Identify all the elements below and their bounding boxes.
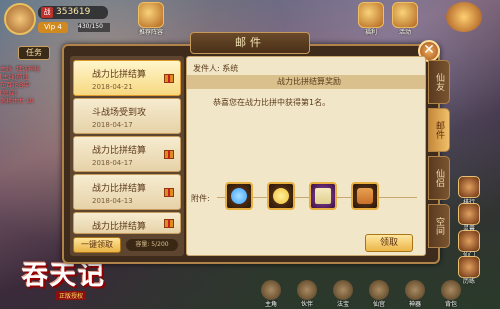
- mail-list-item[interactable]: 斗战场受到攻 2018-04-17: [73, 98, 181, 134]
- exp-text: 430/150: [78, 23, 110, 32]
- power-value: 353619: [56, 7, 91, 17]
- tab-mail[interactable]: 邮件: [428, 108, 450, 152]
- bottom-label: 伙伴: [300, 301, 313, 308]
- quest-tracker[interactable]: 主线: 拜访神秘 [主线]前往 在百花谷中 [完成] 消耗体力 10: [0, 66, 64, 106]
- close-icon: ✕: [423, 42, 435, 58]
- tab-space[interactable]: 空间: [428, 204, 450, 248]
- attachment-slot[interactable]: [267, 182, 295, 210]
- side-label: 历练: [462, 278, 475, 285]
- receive-all-button[interactable]: 一键领取: [73, 237, 121, 253]
- mail-dialog: 邮件 ✕ 战力比拼结算 2018-04-21 斗战场受到攻 2018-04-17…: [62, 32, 450, 264]
- mail-list-footer: 一键领取 容量: 5/200: [70, 235, 184, 255]
- hero-icon[interactable]: [261, 280, 281, 300]
- mail-item-title: 战力比拼结算: [92, 146, 147, 156]
- power-icon: 战: [41, 7, 53, 18]
- mail-list-item[interactable]: 战力比拼结算 2018-04-21: [73, 60, 181, 96]
- bottom-label: 主角: [264, 301, 277, 308]
- power-display: 战 353619: [38, 6, 108, 19]
- bottom-label: 背包: [444, 301, 457, 308]
- mail-subject: 战力比拼结算奖励: [187, 75, 425, 89]
- bottom-label: 仙宫: [372, 301, 385, 308]
- mail-body: 恭喜您在战力比拼中获得第1名。: [213, 98, 331, 107]
- quest-line: 在百花谷中: [0, 82, 31, 89]
- mail-item-date: 2018-04-17: [92, 121, 133, 129]
- activity-icon[interactable]: [392, 2, 418, 28]
- mail-item-title: 斗战场受到攻: [92, 108, 147, 118]
- mail-list-item[interactable]: 战力比拼结算 2018-04-17: [73, 136, 181, 172]
- receive-button[interactable]: 领取: [365, 234, 413, 252]
- bottom-label: 神器: [408, 301, 421, 308]
- diamond-icon: [231, 188, 247, 204]
- gift-icon: [164, 150, 174, 159]
- scroll-icon: [315, 188, 331, 204]
- ranking-icon[interactable]: [458, 176, 480, 198]
- trial-icon[interactable]: [458, 256, 480, 278]
- gift-icon: [164, 188, 174, 197]
- bottom-label: 法宝: [336, 301, 349, 308]
- mail-list-item[interactable]: 战力比拼结算: [73, 212, 181, 234]
- tab-friends[interactable]: 仙友: [428, 60, 450, 104]
- mail-item-date: 2018-04-13: [92, 197, 133, 205]
- tab-partner[interactable]: 仙侣: [428, 156, 450, 200]
- partner-icon[interactable]: [297, 280, 317, 300]
- recommend-lineup-icon[interactable]: [138, 2, 164, 28]
- quest-line: 消耗体力 10: [0, 98, 34, 105]
- quest-line: [主线]前往: [0, 74, 29, 81]
- player-avatar[interactable]: [4, 3, 36, 35]
- sect-icon[interactable]: [458, 230, 480, 252]
- mail-item-title: 战力比拼结算: [92, 70, 147, 80]
- mail-item-title: 战力比拼结算: [92, 222, 147, 232]
- mail-capacity: 容量: 5/200: [126, 239, 178, 251]
- artifact-icon[interactable]: [405, 280, 425, 300]
- gift-icon: [164, 74, 174, 83]
- mail-list: 战力比拼结算 2018-04-21 斗战场受到攻 2018-04-17 战力比拼…: [70, 56, 184, 256]
- mail-list-item[interactable]: 战力比拼结算 2018-04-13: [73, 174, 181, 210]
- mail-title: 邮件: [190, 32, 310, 54]
- spirit-beast-icon[interactable]: [458, 203, 480, 225]
- treasure-icon[interactable]: [333, 280, 353, 300]
- attachments-label: 附件:: [191, 194, 210, 203]
- mail-item-title: 战力比拼结算: [92, 184, 147, 194]
- quest-line: [完成]: [0, 90, 17, 97]
- welfare-icon[interactable]: [358, 2, 384, 28]
- mail-item-date: 2018-04-21: [92, 83, 133, 91]
- quest-line: 主线: 拜访神秘: [0, 66, 40, 73]
- mail-sender: 发件人: 系统: [193, 64, 239, 73]
- quest-button[interactable]: 任务: [18, 46, 50, 60]
- mail-tabs: 仙友 邮件 仙侣 空间: [428, 60, 450, 260]
- coin-icon: [273, 188, 289, 204]
- mail-item-date: 2018-04-17: [92, 159, 133, 167]
- world-map-icon[interactable]: [446, 2, 482, 32]
- mail-content: 发件人: 系统 战力比拼结算奖励 恭喜您在战力比拼中获得第1名。 附件: 领取: [186, 56, 426, 256]
- gift-icon: [164, 219, 174, 228]
- attachment-slot[interactable]: [351, 182, 379, 210]
- logo-subtitle: 正版授权: [56, 291, 87, 300]
- attachment-slot[interactable]: [309, 182, 337, 210]
- attachment-slot[interactable]: [225, 182, 253, 210]
- palace-icon[interactable]: [369, 280, 389, 300]
- chest-icon: [357, 188, 373, 204]
